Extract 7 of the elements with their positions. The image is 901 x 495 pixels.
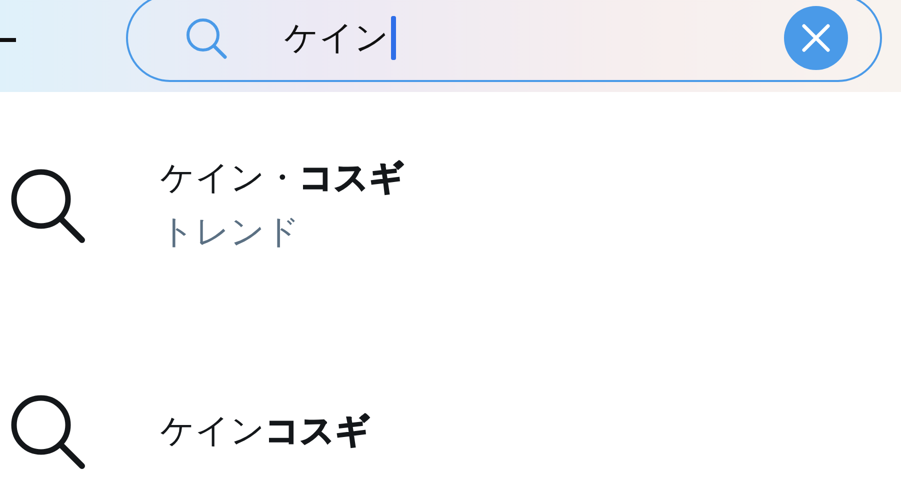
- suggestion-text[interactable]: ケインコスギ: [160, 408, 370, 454]
- search-icon: [184, 16, 228, 60]
- close-icon: [800, 22, 832, 54]
- search-query: ケイン: [284, 17, 389, 60]
- search-field[interactable]: ケイン: [126, 0, 882, 82]
- suggestion-text[interactable]: ケイン・コスギ: [160, 155, 404, 201]
- suggestion-subtitle: トレンド: [160, 211, 301, 254]
